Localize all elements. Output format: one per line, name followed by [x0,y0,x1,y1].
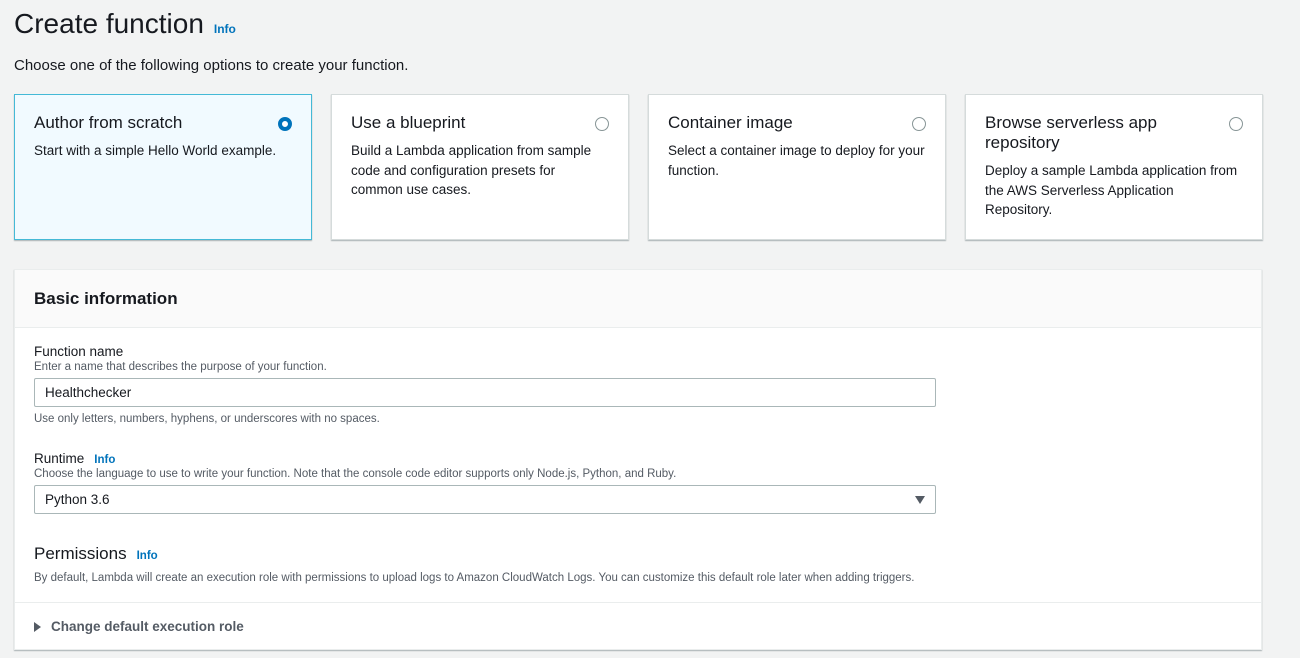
option-description: Deploy a sample Lambda application from … [985,163,1238,217]
permissions-title-row: Permissions Info [34,544,914,564]
function-name-description: Enter a name that describes the purpose … [34,361,327,373]
option-title: Container image [668,113,793,132]
permissions-info-link[interactable]: Info [137,550,158,562]
runtime-select[interactable]: Python 3.6 [34,485,936,514]
option-use-blueprint[interactable]: Use a blueprint Build a Lambda applicati… [331,94,629,240]
option-description: Start with a simple Hello World example. [34,143,277,158]
page-info-link[interactable]: Info [214,22,236,36]
radio-unchecked-icon[interactable] [912,117,926,131]
option-description: Select a container image to deploy for y… [668,143,925,178]
function-name-input[interactable] [34,378,936,407]
radio-checked-icon[interactable] [278,117,292,131]
permissions-section: Permissions Info By default, Lambda will… [34,544,914,584]
page-subtitle: Choose one of the following options to c… [14,57,409,74]
option-description: Build a Lambda application from sample c… [351,143,592,197]
expander-label: Change default execution role [51,619,244,634]
option-title: Author from scratch [34,113,183,132]
option-title: Browse serverless app repository [985,113,1157,152]
panel-title: Basic information [34,288,178,308]
option-browse-serverless-repo[interactable]: Browse serverless app repository Deploy … [965,94,1263,240]
change-execution-role-expander[interactable]: Change default execution role [15,602,1261,650]
runtime-label: Runtime [34,451,85,466]
function-name-field: Function name Enter a name that describe… [34,344,936,425]
caret-down-icon [915,495,925,504]
page-header: Create function Info [14,8,236,40]
runtime-selected-value: Python 3.6 [45,492,110,507]
function-name-hint: Use only letters, numbers, hyphens, or u… [34,413,380,425]
page-title: Create function [14,8,204,39]
option-container-image[interactable]: Container image Select a container image… [648,94,946,240]
option-author-from-scratch[interactable]: Author from scratch Start with a simple … [14,94,312,240]
permissions-description: By default, Lambda will create an execut… [34,572,915,584]
create-function-page: Create function Info Choose one of the f… [0,0,1300,658]
runtime-field: Runtime Info Choose the language to use … [34,451,936,514]
function-name-label: Function name [34,344,124,359]
option-title: Use a blueprint [351,113,466,132]
basic-information-panel: Basic information Function name Enter a … [14,269,1262,650]
radio-unchecked-icon[interactable] [595,117,609,131]
runtime-description: Choose the language to use to write your… [34,468,677,480]
caret-right-icon [34,621,41,632]
runtime-label-row: Runtime Info [34,451,936,466]
panel-header: Basic information [15,270,1261,328]
radio-unchecked-icon[interactable] [1229,117,1243,131]
permissions-title: Permissions [34,544,127,563]
creation-options: Author from scratch Start with a simple … [14,94,1263,240]
runtime-info-link[interactable]: Info [94,454,115,466]
